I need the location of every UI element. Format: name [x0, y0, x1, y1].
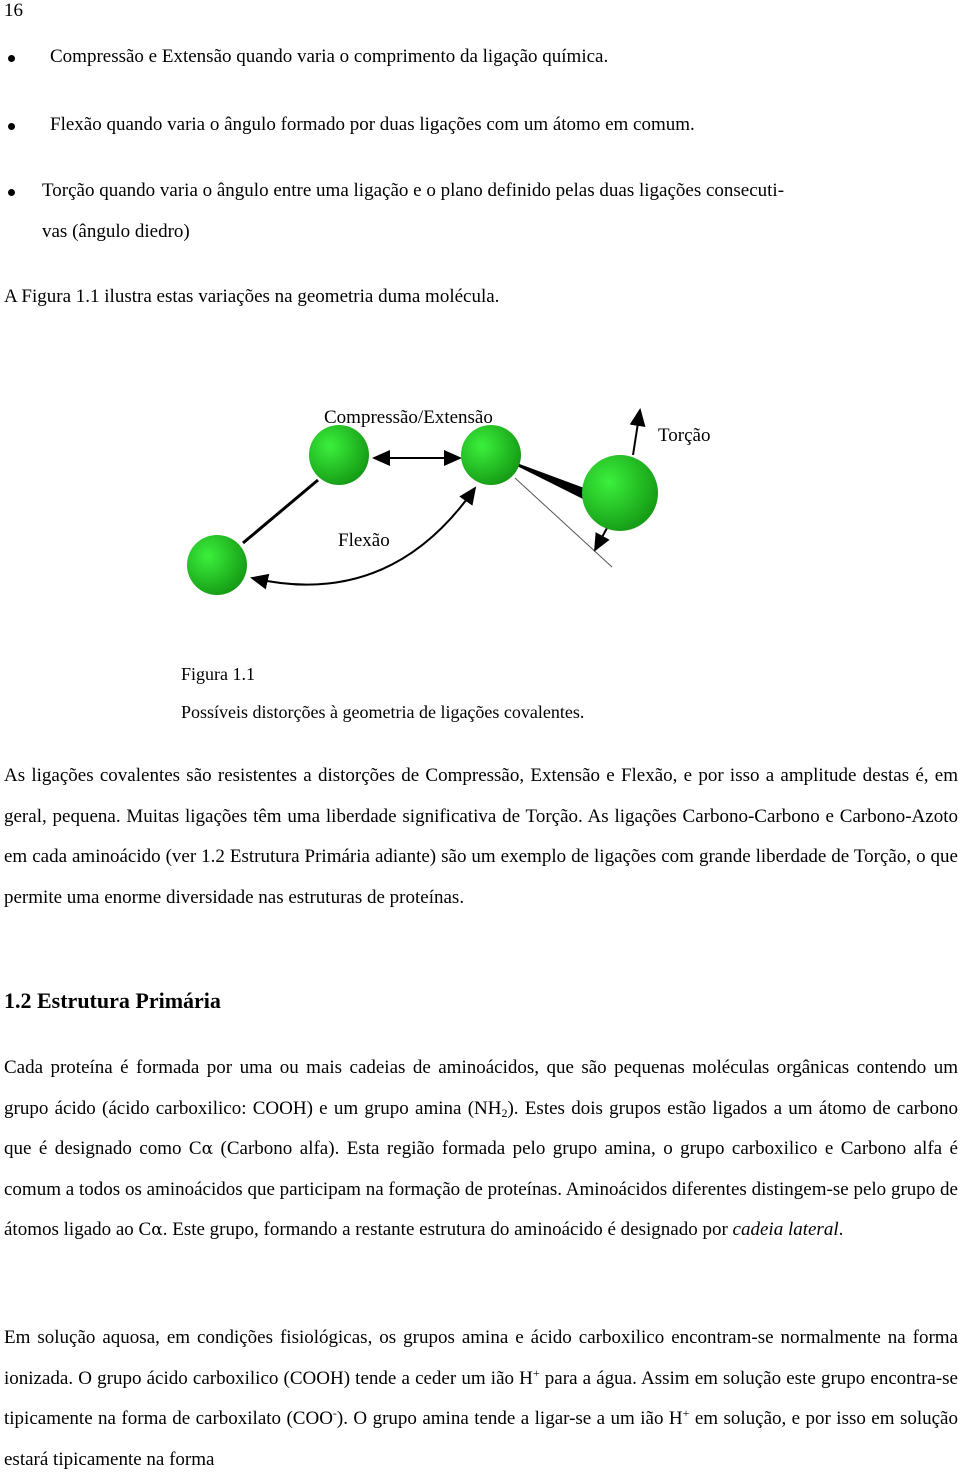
superscript: + — [532, 1365, 540, 1380]
bullet-icon — [8, 123, 15, 130]
atom-1 — [187, 535, 247, 595]
figure-caption-title: Figura 1.1 — [181, 664, 255, 684]
intro-text: A Figura 1.1 ilustra estas variações na … — [4, 286, 500, 307]
bullet-icon — [8, 55, 15, 62]
atom-3 — [461, 425, 521, 485]
bond-line — [242, 478, 319, 545]
atom-4 — [582, 455, 658, 531]
label-torsion: Torção — [658, 425, 711, 446]
paragraph-1: As ligações covalentes são resistentes a… — [4, 765, 958, 908]
bullet-text: Torção quando varia o ângulo entre uma l… — [42, 180, 785, 201]
text-run: . — [838, 1219, 844, 1240]
paragraph-3: Em solução aquosa, em condições fisiológ… — [4, 1318, 958, 1480]
page-number: 16 — [4, 0, 23, 21]
alpha-symbol: α — [151, 1220, 163, 1240]
figure-caption-text: Possíveis distorções à geometria de liga… — [181, 702, 585, 722]
torsion-arrow-up — [629, 408, 646, 456]
bullet-continuation: vas (ângulo diedro) — [42, 221, 190, 242]
torsion-arrow-down — [594, 527, 610, 552]
section-heading: 1.2 Estrutura Primária — [4, 988, 221, 1013]
bullet-text: Compressão e Extensão quando varia o com… — [50, 46, 609, 67]
alpha-symbol: α — [201, 1139, 214, 1159]
text-run: . Este grupo, formando a restante estrut… — [162, 1219, 733, 1240]
atom-2 — [309, 425, 369, 485]
label-compression: Compressão/Extensão — [324, 407, 493, 428]
text-run: ). O grupo amina tende a ligar-se a um i… — [336, 1408, 683, 1429]
bullet-icon — [8, 189, 15, 196]
label-flexion: Flexão — [338, 530, 390, 551]
paragraph-2: Cada proteína é formada por uma ou mais … — [4, 1048, 958, 1251]
italic-term: cadeia lateral — [732, 1219, 839, 1240]
figure-1-1: Compressão/Extensão Torção Flexão — [170, 395, 710, 610]
bullet-text: Flexão quando varia o ângulo formado por… — [50, 114, 695, 135]
